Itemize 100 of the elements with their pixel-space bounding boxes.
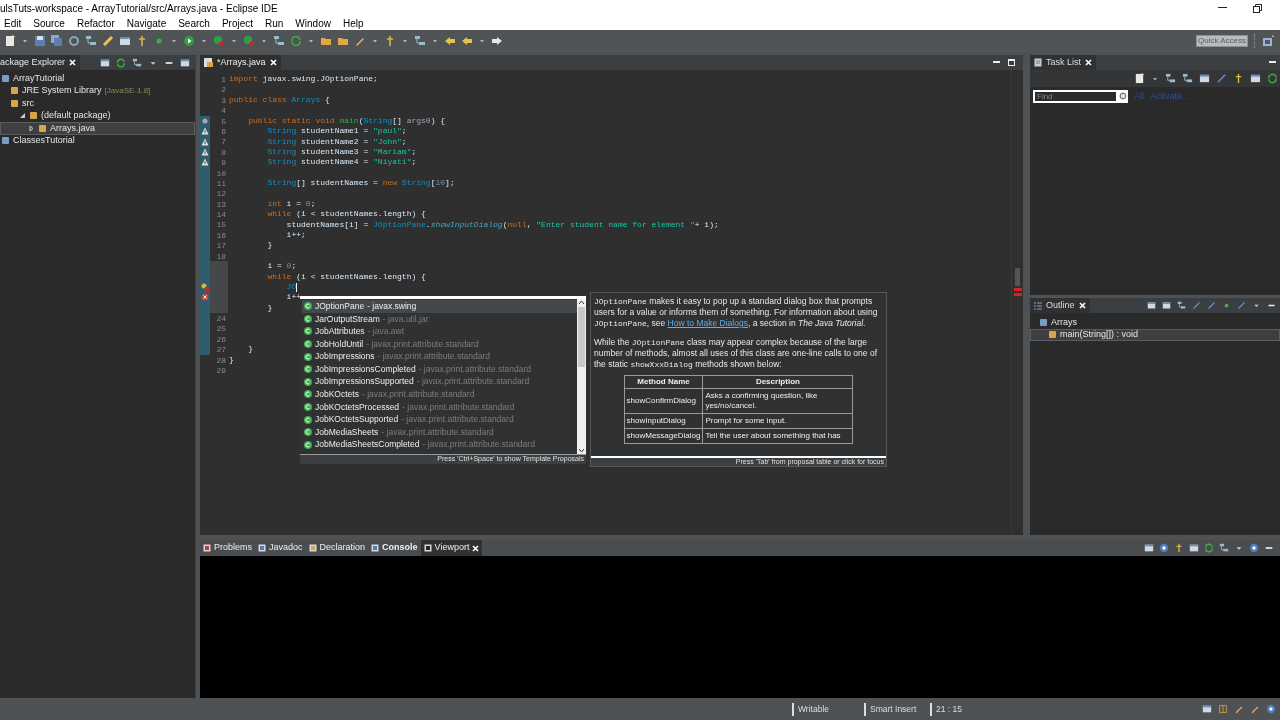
menu-item[interactable]: Search	[178, 16, 210, 31]
tree-item[interactable]: src	[0, 97, 195, 110]
tree-item[interactable]: main(String[]) : void	[1030, 328, 1280, 341]
maximize-icon[interactable]	[1008, 59, 1015, 66]
proposal-item[interactable]: JobHoldUntil - javax.print.attribute.standard	[302, 337, 577, 351]
window-icon[interactable]	[1250, 73, 1261, 84]
run-icon[interactable]	[183, 35, 195, 47]
caret-icon[interactable]	[200, 37, 208, 45]
arrow-right-icon[interactable]	[491, 35, 503, 47]
proposal-item[interactable]: JobImpressionsSupported - javax.print.attribute.standard	[302, 375, 577, 389]
close-icon[interactable]	[472, 544, 480, 552]
hierarchy-icon[interactable]	[1165, 73, 1176, 84]
error-marker-icon[interactable]	[201, 293, 209, 302]
help-icon[interactable]	[1159, 543, 1169, 553]
scroll-down-icon[interactable]	[578, 448, 585, 453]
menu-item[interactable]: Refactor	[76, 16, 115, 31]
close-icon[interactable]	[1078, 302, 1086, 309]
warning-marker-icon[interactable]	[201, 127, 209, 136]
caret-icon[interactable]	[307, 37, 315, 45]
tree-item[interactable]: (default package)	[0, 109, 195, 122]
panel-tab[interactable]: Javadoc	[255, 540, 306, 556]
proposal-item[interactable]: JobMediaSheetsCompleted - javax.print.attribute.standard	[302, 438, 577, 452]
hierarchy-icon[interactable]	[273, 35, 285, 47]
perspective-icon[interactable]	[1262, 35, 1274, 47]
editor-tab[interactable]: *Arrays.java	[200, 55, 281, 70]
warning-marker-icon[interactable]	[201, 158, 209, 167]
scrollbar[interactable]	[577, 299, 586, 454]
document-icon[interactable]	[1134, 73, 1145, 84]
tree-item[interactable]: Arrays.java	[0, 122, 195, 135]
menu-item[interactable]: Help	[342, 16, 364, 31]
doc-link[interactable]: How to Make Dialogs	[667, 318, 748, 328]
window-icon[interactable]	[119, 35, 131, 47]
menu-item[interactable]: Source	[33, 16, 65, 31]
dot-marker-icon[interactable]	[201, 116, 209, 125]
proposal-item[interactable]: JobImpressionsCompleted - javax.print.attribute.standard	[302, 362, 577, 376]
proposal-item[interactable]: JOptionPane - javax.swing	[302, 300, 577, 313]
caret-icon[interactable]	[230, 37, 238, 45]
caret-icon[interactable]	[431, 37, 439, 45]
proposal-item[interactable]: JobAttributes - java.awt	[302, 325, 577, 338]
proposal-item[interactable]: JobKOctetsProcessed - javax.print.attribute.standard	[302, 400, 577, 414]
help-icon[interactable]	[1249, 543, 1259, 553]
tree-item[interactable]: Arrays	[1030, 316, 1280, 329]
folder-icon[interactable]	[337, 35, 349, 47]
menu-item[interactable]: Window	[295, 16, 331, 31]
sync-icon[interactable]	[116, 57, 127, 68]
menu-item[interactable]: Run	[265, 16, 284, 31]
proposal-item[interactable]: JarOutputStream - java.util.jar	[302, 312, 577, 326]
menu-item[interactable]: Edit	[4, 16, 22, 31]
warning-marker-icon[interactable]	[201, 137, 209, 146]
window-icon[interactable]	[1144, 543, 1154, 553]
panel-tab[interactable]: Console	[368, 540, 421, 556]
hierarchy-icon[interactable]	[414, 35, 426, 47]
restore-icon[interactable]	[1253, 4, 1262, 13]
panel-tab[interactable]: Declaration	[305, 540, 369, 556]
caret-icon[interactable]	[371, 37, 379, 45]
hierarchy-icon[interactable]	[1219, 543, 1229, 553]
sync-icon[interactable]	[1204, 543, 1214, 553]
proposal-item[interactable]: JobKOctetsSupported - javax.print.attribute.standard	[302, 413, 577, 426]
help-icon[interactable]	[1266, 704, 1276, 714]
search-icon[interactable]	[1118, 90, 1128, 104]
document-icon[interactable]	[4, 35, 16, 47]
scroll-thumb[interactable]	[578, 307, 585, 367]
caret-icon[interactable]	[21, 37, 29, 45]
caret-icon[interactable]	[478, 37, 486, 45]
window-icon[interactable]	[1202, 704, 1212, 714]
arrow-left-icon[interactable]	[444, 35, 456, 47]
pencil-icon[interactable]	[354, 35, 366, 47]
panel-tab[interactable]: Problems	[200, 540, 255, 556]
window-icon[interactable]	[1162, 301, 1171, 310]
task-list-tab[interactable]: Task List	[1030, 55, 1096, 70]
find-field[interactable]: Find	[1033, 90, 1118, 104]
save-all-icon[interactable]	[51, 35, 63, 47]
close-icon[interactable]	[1085, 59, 1092, 66]
arrow-left-icon[interactable]	[461, 35, 473, 47]
window-icon[interactable]	[1147, 301, 1156, 310]
quick-access-field[interactable]: Quick Access	[1196, 35, 1248, 47]
menu-item[interactable]: Navigate	[126, 16, 167, 31]
proposal-item[interactable]: JobKOctets - javax.print.attribute.standard	[302, 388, 577, 401]
caret-icon[interactable]	[401, 37, 409, 45]
scroll-up-icon[interactable]	[578, 300, 585, 305]
caret-icon[interactable]	[260, 37, 268, 45]
sync-icon[interactable]	[1267, 73, 1278, 84]
hierarchy-icon[interactable]	[1177, 301, 1186, 310]
hierarchy-icon[interactable]	[132, 57, 143, 68]
minimize-icon[interactable]	[1218, 6, 1227, 9]
folder-icon[interactable]	[320, 35, 332, 47]
minimize-icon[interactable]	[993, 61, 1000, 64]
window-icon[interactable]	[1189, 543, 1199, 553]
error-marker[interactable]	[1013, 288, 1022, 291]
window-icon[interactable]	[180, 57, 191, 68]
hierarchy-icon[interactable]	[85, 35, 97, 47]
proposal-item[interactable]: JobImpressions - javax.print.attribute.standard	[302, 350, 577, 363]
window-icon[interactable]	[100, 57, 111, 68]
proposal-item[interactable]: JobMediaSheets - javax.print.attribute.standard	[302, 425, 577, 439]
menu-item[interactable]: Project	[221, 16, 253, 31]
window-icon[interactable]	[1199, 73, 1210, 84]
warning-marker-icon[interactable]	[201, 147, 209, 156]
close-icon[interactable]	[69, 59, 77, 66]
package-explorer-tab[interactable]: ackage Explorer	[0, 55, 81, 70]
expanded-arrow-icon[interactable]	[19, 112, 26, 120]
